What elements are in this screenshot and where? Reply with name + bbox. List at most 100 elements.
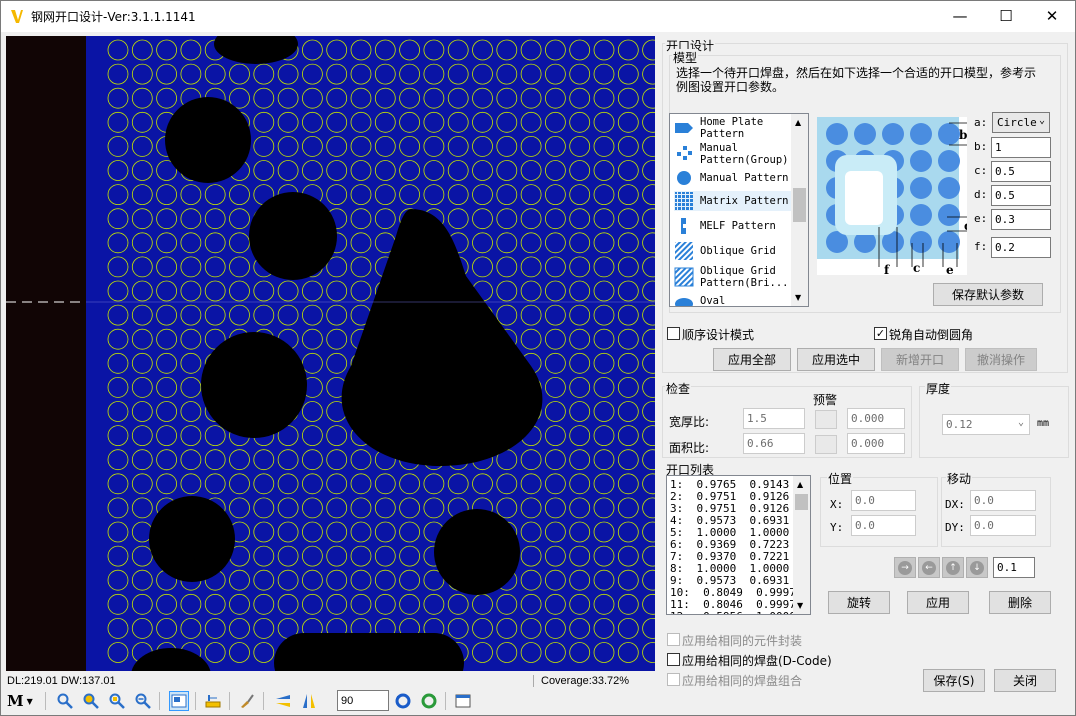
bottom-toolbar: M ▼ xyxy=(5,689,655,713)
pattern-item-oval[interactable]: Oval xyxy=(674,291,725,306)
select-tool-button[interactable] xyxy=(169,691,189,711)
diagram-label-e: e xyxy=(946,263,954,277)
aperture-list[interactable]: 1: 0.9765 0.9143 0 2: 0.9751 0.9126 0 3: 0… xyxy=(666,475,811,615)
move-left-button[interactable]: ← xyxy=(918,557,940,578)
param-c-input[interactable]: 0.5 xyxy=(991,161,1051,182)
aspect-ratio-value: 1.5 xyxy=(743,408,805,429)
move-right-button[interactable]: → xyxy=(894,557,916,578)
pattern-item-matrix[interactable]: Matrix Pattern xyxy=(674,191,791,211)
pattern-item-oblique-bridge[interactable]: Oblique Grid Pattern(Bri... xyxy=(674,265,808,289)
pattern-item-melf[interactable]: MELF Pattern xyxy=(674,216,776,236)
rotate-ccw-icon xyxy=(395,693,411,709)
scroll-down-icon[interactable]: ▼ xyxy=(797,601,803,610)
scroll-thumb[interactable] xyxy=(795,494,808,510)
auto-fillet-checkbox[interactable]: ✓ xyxy=(874,327,887,340)
y-input[interactable]: 0.0 xyxy=(851,515,916,536)
y-label: Y: xyxy=(830,521,844,534)
rotation-angle-input[interactable] xyxy=(337,690,389,711)
melf-pattern-icon xyxy=(681,218,686,234)
param-d-input[interactable]: 0.5 xyxy=(991,185,1051,206)
close-window-button[interactable]: ✕ xyxy=(1029,1,1075,31)
mirror-vertical-button[interactable] xyxy=(299,691,319,711)
scroll-up-icon[interactable]: ▲ xyxy=(795,118,801,127)
pattern-list[interactable]: Home Plate Pattern Manual Pattern(Group)… xyxy=(669,113,809,307)
rotate-cw-button[interactable] xyxy=(419,691,439,711)
rotate-cw-icon xyxy=(421,693,437,709)
add-opening-button[interactable]: 新增开口 xyxy=(881,348,959,371)
zoom-out-button[interactable] xyxy=(133,691,153,711)
sequential-mode-checkbox[interactable] xyxy=(667,327,680,340)
zoom-fit-button[interactable] xyxy=(81,691,101,711)
board-view[interactable] xyxy=(6,36,655,671)
pattern-item-manual-group[interactable]: Manual Pattern(Group) xyxy=(674,142,808,166)
diagram-label-b: b xyxy=(959,128,967,142)
move-up-button[interactable]: ↑ xyxy=(942,557,964,578)
same-footprint-checkbox[interactable] xyxy=(667,633,680,646)
aspect-warning-indicator xyxy=(815,410,837,429)
param-e-input[interactable]: 0.3 xyxy=(991,209,1051,230)
diagram-label-c: c xyxy=(913,261,920,275)
thickness-select[interactable]: 0.12 ⌄ xyxy=(942,414,1030,435)
oblique-grid-icon xyxy=(675,242,693,260)
app-logo-icon xyxy=(11,10,23,23)
pattern-item-oblique-grid[interactable]: Oblique Grid xyxy=(674,241,776,261)
mode-menu-button[interactable]: M ▼ xyxy=(7,691,39,711)
move-down-button[interactable]: ↓ xyxy=(966,557,988,578)
close-button[interactable]: 关闭 xyxy=(994,669,1056,692)
manual-group-icon xyxy=(677,146,692,160)
layers-button[interactable] xyxy=(453,691,473,711)
measure-button[interactable] xyxy=(203,691,223,711)
toolbar-divider xyxy=(263,692,264,710)
minimize-button[interactable]: — xyxy=(937,1,983,31)
position-group xyxy=(820,477,938,547)
measure-icon xyxy=(205,695,221,708)
area-ratio-label: 面积比: xyxy=(669,441,710,455)
aperture-list-scrollbar[interactable]: ▲ ▼ xyxy=(793,476,810,614)
pattern-item-home-plate[interactable]: Home Plate Pattern xyxy=(674,116,808,140)
param-a-select[interactable]: Circle ⌄ xyxy=(992,112,1050,133)
save-button[interactable]: 保存(S) xyxy=(923,669,985,692)
pattern-list-scrollbar[interactable]: ▲ ▼ xyxy=(791,114,808,306)
home-plate-icon xyxy=(675,123,693,133)
dx-input[interactable]: 0.0 xyxy=(970,490,1036,511)
param-b-input[interactable]: 1 xyxy=(991,137,1051,158)
param-label-c: c: xyxy=(974,164,988,177)
check-group-label: 检查 xyxy=(665,380,692,397)
zoom-out-icon xyxy=(135,693,151,709)
aspect-warning-value: 0.000 xyxy=(847,408,905,429)
move-step-input[interactable]: 0.1 xyxy=(993,557,1035,578)
window-title: 钢网开口设计-Ver:3.1.1.1141 xyxy=(31,10,196,24)
zoom-in-button[interactable] xyxy=(55,691,75,711)
apply-all-button[interactable]: 应用全部 xyxy=(713,348,791,371)
aperture-list-row[interactable]: 12: 0.5956 1.0000 0 xyxy=(670,611,810,615)
position-group-label: 位置 xyxy=(827,470,854,487)
apply-button[interactable]: 应用 xyxy=(907,591,969,614)
thickness-unit: mm xyxy=(1037,418,1050,429)
coverage-readout: Coverage:33.72% xyxy=(533,675,629,687)
undo-button[interactable]: 撤消操作 xyxy=(965,348,1037,371)
same-pad-checkbox[interactable] xyxy=(667,653,680,666)
same-pad-group-checkbox[interactable] xyxy=(667,673,680,686)
zoom-window-button[interactable] xyxy=(107,691,127,711)
scroll-down-icon[interactable]: ▼ xyxy=(795,293,801,302)
maximize-button[interactable]: ☐ xyxy=(983,1,1029,31)
mirror-horizontal-button[interactable] xyxy=(273,691,293,711)
delete-button[interactable]: 删除 xyxy=(989,591,1051,614)
save-default-params-button[interactable]: 保存默认参数 xyxy=(933,283,1043,306)
param-label-f: f: xyxy=(974,240,988,253)
rotate-button[interactable]: 旋转 xyxy=(828,591,890,614)
x-input[interactable]: 0.0 xyxy=(851,490,916,511)
pattern-item-manual[interactable]: Manual Pattern xyxy=(674,168,789,188)
brush-button[interactable] xyxy=(237,691,257,711)
dy-input[interactable]: 0.0 xyxy=(970,515,1036,536)
stencil-canvas[interactable] xyxy=(6,36,655,671)
layers-icon xyxy=(455,694,471,708)
oblique-grid-bridge-icon xyxy=(674,267,694,287)
x-label: X: xyxy=(830,498,844,511)
param-f-input[interactable]: 0.2 xyxy=(991,237,1051,258)
same-pad-label: 应用给相同的焊盘(D-Code) xyxy=(682,654,832,668)
scroll-up-icon[interactable]: ▲ xyxy=(797,480,803,489)
apply-selected-button[interactable]: 应用选中 xyxy=(797,348,875,371)
scroll-thumb[interactable] xyxy=(793,188,806,222)
rotate-ccw-button[interactable] xyxy=(393,691,413,711)
